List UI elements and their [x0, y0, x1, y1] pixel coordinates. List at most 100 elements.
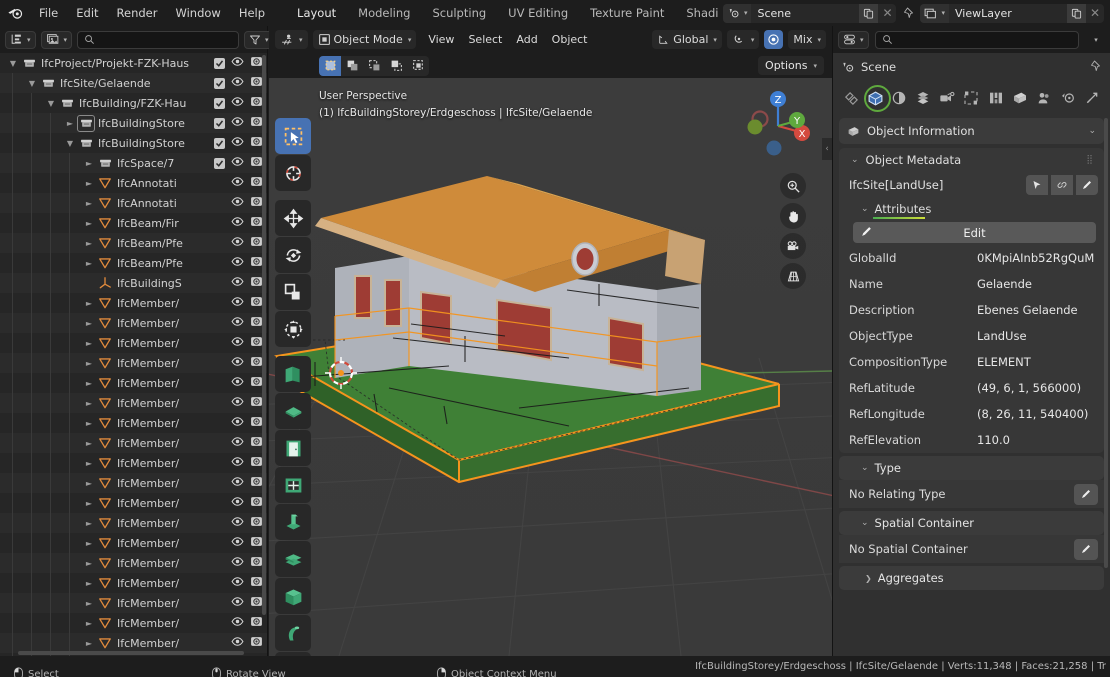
viewlayer-icon[interactable]: ▾ [920, 3, 949, 23]
menu-file[interactable]: File [30, 0, 67, 26]
edit-spatial-container-icon[interactable] [1074, 538, 1098, 560]
attribute-value[interactable]: (8, 26, 11, 540400) [977, 407, 1094, 421]
outliner-search-box[interactable] [77, 30, 240, 49]
hide-in-viewport-eye-icon[interactable] [231, 335, 244, 351]
outliner-row[interactable]: ► IfcMember/ [0, 633, 267, 653]
type-section-header[interactable]: ⌄ Type [839, 456, 1104, 480]
outliner-row[interactable]: ► IfcMember/ [0, 393, 267, 413]
outliner-row[interactable]: ► IfcMember/ [0, 593, 267, 613]
outliner-tree[interactable]: ▼ IfcProject/Projekt-FZK-Haus ▼ IfcSite/Gel… [0, 53, 267, 656]
disclosure-triangle-icon[interactable]: ► [82, 433, 96, 453]
hide-in-viewport-eye-icon[interactable] [231, 295, 244, 311]
hide-in-viewport-eye-icon[interactable] [231, 595, 244, 611]
hide-in-viewport-eye-icon[interactable] [231, 475, 244, 491]
bim-duct-tool[interactable] [275, 615, 311, 651]
bim-door-tool[interactable] [275, 430, 311, 466]
select-box-difference-icon[interactable] [385, 55, 407, 76]
remove-viewlayer-icon[interactable]: ✕ [1086, 4, 1104, 23]
perspective-ortho-icon[interactable] [780, 263, 806, 289]
snap-mode-selector[interactable]: Mix ▾ [788, 30, 826, 49]
hide-in-viewport-eye-icon[interactable] [231, 455, 244, 471]
properties-search-box[interactable] [874, 30, 1079, 49]
move-tool[interactable] [275, 200, 311, 236]
viewport-menu-object[interactable]: Object [545, 30, 595, 49]
navigation-gizmo[interactable]: Z X Y [740, 88, 816, 164]
disclosure-triangle-icon[interactable]: ► [82, 533, 96, 553]
hide-in-viewport-eye-icon[interactable] [231, 355, 244, 371]
disclosure-triangle-icon[interactable]: ► [82, 293, 96, 313]
disclosure-triangle-icon[interactable]: ► [82, 313, 96, 333]
hide-in-viewport-eye-icon[interactable] [231, 635, 244, 651]
hide-in-viewport-eye-icon[interactable] [231, 215, 244, 231]
viewport-menu-select[interactable]: Select [461, 30, 509, 49]
transform-orientation-selector[interactable]: Global ▾ [652, 30, 722, 49]
select-ifc-object-icon[interactable] [1026, 175, 1048, 195]
editor-type-selector[interactable]: ▾ [275, 30, 308, 49]
pin-icon[interactable] [898, 4, 920, 23]
outliner-row[interactable]: ► IfcMember/ [0, 513, 267, 533]
hide-in-viewport-eye-icon[interactable] [231, 395, 244, 411]
bim-window-tool[interactable] [275, 467, 311, 503]
hide-in-viewport-eye-icon[interactable] [231, 515, 244, 531]
disclosure-triangle-icon[interactable]: ► [82, 553, 96, 573]
outliner-row[interactable]: ► IfcMember/ [0, 413, 267, 433]
disclosure-triangle-icon[interactable]: ▼ [44, 93, 58, 113]
disclosure-triangle-icon[interactable]: ► [82, 453, 96, 473]
disclosure-triangle-icon[interactable]: ► [82, 513, 96, 533]
object-information-panel-header[interactable]: Object Information ⌄ [839, 118, 1104, 144]
disclosure-triangle-icon[interactable]: ► [82, 393, 96, 413]
outliner-row[interactable]: ► IfcBuildingStore [0, 113, 267, 133]
scene-selector[interactable]: ▾ Scene ✕ [722, 3, 897, 23]
tool-tab[interactable] [839, 85, 863, 111]
disclosure-triangle-icon[interactable]: ► [82, 253, 96, 273]
bim-stair-tool[interactable] [275, 541, 311, 577]
edit-attributes-button[interactable]: Edit [853, 222, 1096, 243]
attribute-value[interactable]: Ebenes Gelaende [977, 303, 1094, 317]
hide-in-viewport-eye-icon[interactable] [231, 375, 244, 391]
outliner-filter-id-icon[interactable]: ▾ [40, 30, 73, 49]
outliner-row[interactable]: ► IfcAnnotati [0, 193, 267, 213]
scene-name[interactable]: Scene [751, 3, 860, 23]
remove-scene-icon[interactable]: ✕ [878, 4, 896, 23]
menu-window[interactable]: Window [166, 0, 229, 26]
outliner-row[interactable]: ▼ IfcProject/Projekt-FZK-Haus [0, 53, 267, 73]
world-tab[interactable] [959, 85, 983, 111]
bim-column-tool[interactable] [275, 504, 311, 540]
disclosure-triangle-icon[interactable]: ► [63, 113, 77, 133]
options-button[interactable]: Options ▾ [758, 56, 824, 75]
collection-tab[interactable] [984, 85, 1008, 111]
workspace-tab-modeling[interactable]: Modeling [347, 0, 421, 26]
workspace-tab-sculpting[interactable]: Sculpting [421, 0, 497, 26]
disclosure-triangle-icon[interactable]: ► [82, 373, 96, 393]
tweak-select-tool[interactable] [275, 118, 311, 154]
disclosure-triangle-icon[interactable]: ► [82, 413, 96, 433]
outliner-row[interactable]: ► IfcMember/ [0, 453, 267, 473]
outliner-row[interactable]: ▼ IfcSite/Gelaende [0, 73, 267, 93]
enable-checkbox[interactable] [214, 57, 225, 69]
menu-render[interactable]: Render [108, 0, 167, 26]
drag-grip-icon[interactable]: ⣿ [1086, 155, 1094, 165]
outliner-row[interactable]: ► IfcMember/ [0, 553, 267, 573]
viewport-canvas[interactable]: User Perspective (1) IfcBuildingStorey/E… [269, 78, 832, 656]
hide-in-viewport-eye-icon[interactable] [231, 95, 244, 111]
disclosure-triangle-icon[interactable]: ► [82, 473, 96, 493]
outliner-row[interactable]: ► IfcMember/ [0, 493, 267, 513]
attribute-value[interactable]: Gelaende [977, 277, 1094, 291]
hide-in-viewport-eye-icon[interactable] [231, 415, 244, 431]
scale-tool[interactable] [275, 274, 311, 310]
outliner-row[interactable]: ► IfcMember/ [0, 573, 267, 593]
hide-in-viewport-eye-icon[interactable] [231, 555, 244, 571]
workspace-tab-texture-paint[interactable]: Texture Paint [579, 0, 675, 26]
blender-logo-icon[interactable] [0, 0, 30, 26]
bim-generic-tool[interactable] [275, 652, 311, 656]
interaction-mode-selector[interactable]: Object Mode ▾ [312, 30, 417, 49]
rotate-tool[interactable] [275, 237, 311, 273]
outliner-row[interactable]: ► IfcMember/ [0, 313, 267, 333]
properties-options-chevron-icon[interactable]: ▾ [1085, 36, 1105, 44]
disclosure-triangle-icon[interactable]: ► [82, 593, 96, 613]
disclosure-triangle-icon[interactable]: ► [82, 233, 96, 253]
disclosure-triangle-icon[interactable]: ▼ [63, 133, 77, 153]
scene-tab[interactable] [935, 85, 959, 111]
enable-checkbox[interactable] [214, 157, 225, 169]
menu-edit[interactable]: Edit [67, 0, 107, 26]
